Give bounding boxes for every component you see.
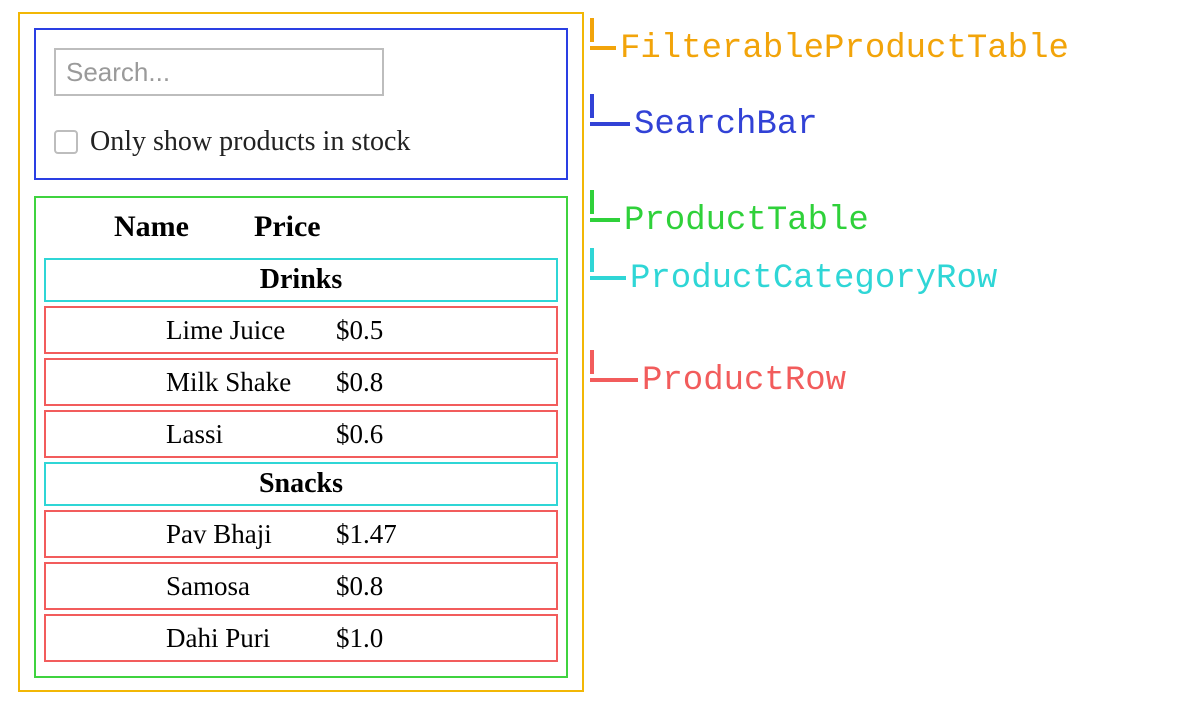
label-product-row: ProductRow	[590, 362, 846, 400]
product-category-row: Drinks	[44, 258, 558, 302]
connector-icon	[590, 202, 620, 240]
product-price: $1.47	[336, 519, 397, 550]
product-price: $1.0	[336, 623, 383, 654]
product-row: Samosa $0.8	[44, 562, 558, 610]
product-name: Pav Bhaji	[166, 519, 336, 550]
column-header-name: Name	[114, 210, 254, 244]
product-row: Milk Shake $0.8	[44, 358, 558, 406]
label-filterable-product-table: FilterableProductTable	[590, 30, 1069, 68]
product-price: $0.8	[336, 367, 383, 398]
product-price: $0.5	[336, 315, 383, 346]
search-input[interactable]	[54, 48, 384, 96]
product-row: Dahi Puri $1.0	[44, 614, 558, 662]
product-name: Lime Juice	[166, 315, 336, 346]
diagram-canvas: Only show products in stock Name Price D…	[0, 0, 1200, 728]
label-text: ProductTable	[620, 202, 869, 240]
category-label: Snacks	[259, 468, 343, 500]
filterable-product-table-box: Only show products in stock Name Price D…	[18, 12, 584, 692]
connector-icon	[590, 260, 626, 298]
product-table-header: Name Price	[44, 206, 558, 254]
product-price: $0.6	[336, 419, 383, 450]
product-name: Dahi Puri	[166, 623, 336, 654]
product-row: Lassi $0.6	[44, 410, 558, 458]
in-stock-checkbox[interactable]	[54, 130, 78, 154]
product-price: $0.8	[336, 571, 383, 602]
label-product-table: ProductTable	[590, 202, 869, 240]
column-header-price: Price	[254, 210, 321, 244]
product-name: Milk Shake	[166, 367, 336, 398]
product-category-row: Snacks	[44, 462, 558, 506]
product-row: Pav Bhaji $1.47	[44, 510, 558, 558]
product-row: Lime Juice $0.5	[44, 306, 558, 354]
category-label: Drinks	[260, 264, 342, 296]
product-name: Samosa	[166, 571, 336, 602]
connector-icon	[590, 30, 616, 68]
label-text: SearchBar	[630, 106, 818, 144]
label-product-category-row: ProductCategoryRow	[590, 260, 997, 298]
label-text: ProductCategoryRow	[626, 260, 997, 298]
label-text: ProductRow	[638, 362, 846, 400]
label-text: FilterableProductTable	[616, 30, 1069, 68]
connector-icon	[590, 362, 638, 400]
label-search-bar: SearchBar	[590, 106, 818, 144]
in-stock-checkbox-label: Only show products in stock	[90, 126, 410, 158]
in-stock-filter-row: Only show products in stock	[54, 126, 548, 158]
product-table-box: Name Price Drinks Lime Juice $0.5 Milk S…	[34, 196, 568, 678]
product-name: Lassi	[166, 419, 336, 450]
search-bar-box: Only show products in stock	[34, 28, 568, 180]
connector-icon	[590, 106, 630, 144]
